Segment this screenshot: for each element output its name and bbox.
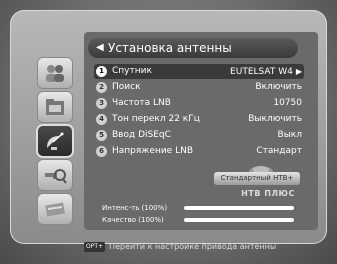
signal-quality-meter: Качество (100%) xyxy=(88,214,300,226)
sidebar-item-key[interactable] xyxy=(38,160,72,190)
menu-row-search[interactable]: 2 Поиск Включить xyxy=(94,80,304,95)
row-number: 2 xyxy=(96,82,107,93)
opt-key-icon[interactable]: OPT+ xyxy=(84,241,106,252)
sidebar-item-antenna[interactable] xyxy=(38,126,72,156)
sidebar-item-folder[interactable] xyxy=(38,92,72,122)
tv-screen: ◀ Установка антенны 1 Спутник EUTELSAT W… xyxy=(0,0,337,264)
row-label: Тон перекл 22 кГц xyxy=(112,114,200,124)
row-label: Поиск xyxy=(112,82,141,92)
signal-strength-bar xyxy=(184,206,294,210)
row-number: 6 xyxy=(96,146,107,157)
footer-hint: OPT+ Перейти к настройке привода антенны xyxy=(84,240,276,254)
menu-row-satellite[interactable]: 1 Спутник EUTELSAT W4 ▶ xyxy=(94,64,304,79)
back-arrow-icon[interactable]: ◀ xyxy=(96,38,104,58)
menu-row-lnb-voltage[interactable]: 6 Напряжение LNB Стандарт xyxy=(94,144,304,159)
tools-icon xyxy=(45,202,65,217)
row-number: 3 xyxy=(96,98,107,109)
signal-quality-label: Качество (100%) xyxy=(102,216,164,224)
signal-quality-bar xyxy=(184,218,294,222)
footer-hint-text: Перейти к настройке привода антенны xyxy=(109,242,277,251)
row-value[interactable]: Выкл xyxy=(278,128,302,143)
row-number: 5 xyxy=(96,130,107,141)
satellite-dish-icon xyxy=(47,132,64,150)
signal-quality-fill xyxy=(184,218,294,222)
signal-strength-meter: Интенс-ть (100%) xyxy=(88,202,300,214)
folder-icon xyxy=(46,99,64,115)
title-bar: ◀ Установка антенны xyxy=(88,38,298,58)
row-label: Спутник xyxy=(112,66,152,76)
row-value[interactable]: EUTELSAT W4 ▶ xyxy=(230,64,302,80)
row-number: 4 xyxy=(96,114,107,125)
signal-strength-label: Интенс-ть (100%) xyxy=(102,204,168,212)
row-label: Напряжение LNB xyxy=(112,146,193,156)
sidebar-item-people[interactable] xyxy=(38,58,72,88)
satellite-preset-button[interactable]: Стандартный НТВ+ xyxy=(214,172,300,185)
page-title: Установка антенны xyxy=(108,41,232,55)
key-search-icon xyxy=(45,169,67,184)
menu-row-22khz-tone[interactable]: 4 Тон перекл 22 кГц Выключить xyxy=(94,112,304,127)
row-label: Частота LNB xyxy=(112,98,171,108)
row-label: Ввод DiSEqC xyxy=(112,130,171,140)
signal-strength-fill xyxy=(184,206,294,210)
people-icon xyxy=(46,65,64,82)
menu-row-lnb-frequency[interactable]: 3 Частота LNB 10750 xyxy=(94,96,304,111)
row-number: 1 xyxy=(96,66,107,77)
row-value[interactable]: Стандарт xyxy=(256,144,302,159)
row-value[interactable]: 10750 xyxy=(273,96,302,111)
row-value[interactable]: Включить xyxy=(255,80,302,95)
row-value[interactable]: Выключить xyxy=(248,112,302,127)
right-arrow-icon: ▶ xyxy=(295,67,302,76)
provider-logo: НТВ ПЛЮС xyxy=(241,189,295,198)
menu-row-diseqc[interactable]: 5 Ввод DiSEqC Выкл xyxy=(94,128,304,143)
sidebar-item-tools[interactable] xyxy=(38,194,72,224)
